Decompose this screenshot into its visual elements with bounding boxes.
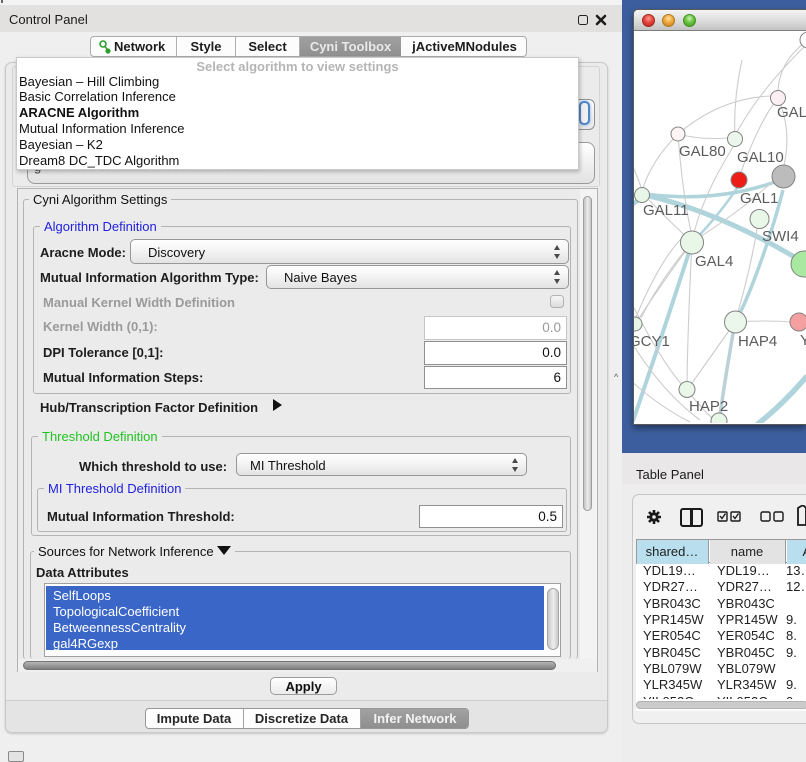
svg-text:GAL2: GAL2 [777,104,806,121]
svg-text:GAL11: GAL11 [643,202,689,219]
svg-text:GCY1: GCY1 [634,333,670,350]
svg-text:Y: Y [800,332,806,349]
svg-text:GAL10: GAL10 [737,149,784,166]
svg-text:SWI4: SWI4 [762,228,799,245]
svg-text:HAP2: HAP2 [689,398,728,415]
svg-text:GAL1: GAL1 [740,190,778,207]
svg-text:GAL80: GAL80 [679,143,726,160]
svg-text:GAL4: GAL4 [695,253,733,270]
svg-text:HAP4: HAP4 [738,333,777,350]
